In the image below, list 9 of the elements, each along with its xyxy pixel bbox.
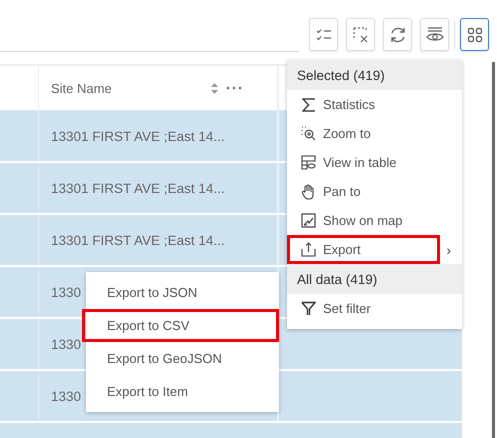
menu-section-title: All data (419)	[287, 264, 462, 294]
menu-section-title: Selected (419)	[287, 60, 462, 90]
table-cell: 13301 FIRST AVE ;East 14...	[51, 128, 225, 144]
table-cell: 13301 FIRST AVE ;East 14...	[51, 232, 225, 248]
chevron-icon: ›	[446, 242, 451, 258]
table-cell: 1330	[51, 284, 82, 300]
table-cell: 1330	[51, 388, 82, 404]
table-cell: 1330	[51, 336, 82, 352]
table-cell: 13301 FIRST AVE ;East 14...	[51, 180, 225, 196]
